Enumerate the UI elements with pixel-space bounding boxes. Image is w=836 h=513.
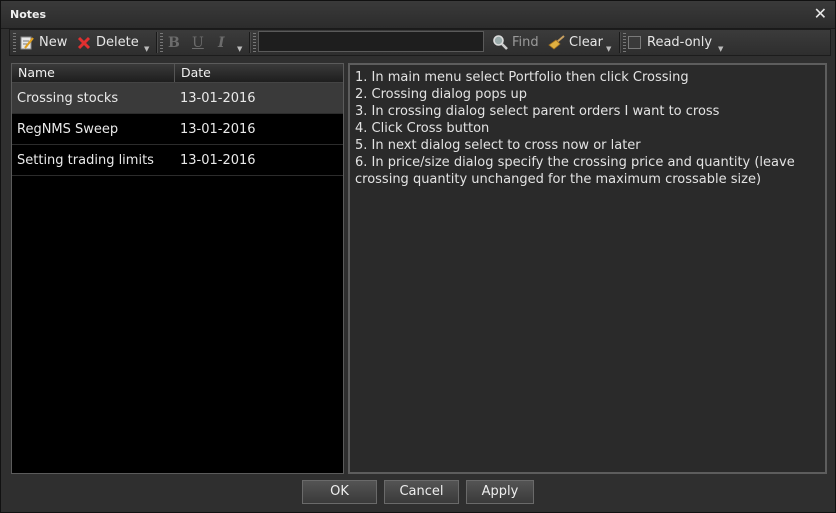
delete-dropdown-chevron-icon[interactable]: ▼ bbox=[144, 45, 149, 53]
column-header-name[interactable]: Name bbox=[12, 64, 175, 82]
toolbar-grip[interactable] bbox=[253, 33, 256, 52]
column-header-date[interactable]: Date bbox=[175, 64, 343, 82]
underline-button[interactable]: U bbox=[192, 30, 204, 55]
note-editor[interactable]: 1. In main menu select Portfolio then cl… bbox=[348, 63, 827, 474]
note-date: 13-01-2016 bbox=[180, 121, 256, 137]
apply-button[interactable]: Apply bbox=[466, 480, 534, 504]
new-button-label: New bbox=[39, 35, 68, 50]
notes-window: Notes ✕ New Delete ▼ B U I ▼ Find Clear … bbox=[0, 0, 836, 513]
note-date: 13-01-2016 bbox=[180, 90, 256, 106]
toolbar-grip[interactable] bbox=[623, 33, 626, 52]
italic-button[interactable]: I bbox=[218, 30, 225, 55]
delete-icon bbox=[77, 36, 91, 50]
toolbar-separator bbox=[156, 32, 157, 53]
find-button-label: Find bbox=[512, 35, 539, 50]
note-name: RegNMS Sweep bbox=[17, 121, 119, 137]
ok-button[interactable]: OK bbox=[302, 480, 377, 504]
note-line: 1. In main menu select Portfolio then cl… bbox=[355, 70, 689, 85]
note-row[interactable]: RegNMS Sweep 13-01-2016 bbox=[12, 114, 343, 145]
clear-button[interactable]: Clear bbox=[548, 30, 603, 55]
dialog-buttons: OK Cancel Apply bbox=[1, 480, 835, 504]
read-only-label: Read-only bbox=[647, 35, 713, 50]
find-button[interactable]: Find bbox=[492, 30, 539, 55]
note-line: 6. In price/size dialog specify the cros… bbox=[355, 155, 795, 187]
clear-button-label: Clear bbox=[569, 35, 603, 50]
note-line: 3. In crossing dialog select parent orde… bbox=[355, 104, 720, 119]
delete-button-label: Delete bbox=[96, 35, 139, 50]
new-note-icon bbox=[19, 35, 35, 51]
toolbar: New Delete ▼ B U I ▼ Find Clear ▼ Read-o… bbox=[9, 29, 831, 56]
clear-dropdown-chevron-icon[interactable]: ▼ bbox=[606, 45, 611, 53]
close-icon[interactable]: ✕ bbox=[814, 4, 827, 24]
window-title: Notes bbox=[10, 8, 47, 21]
format-dropdown-chevron-icon[interactable]: ▼ bbox=[237, 45, 242, 53]
toolbar-separator bbox=[619, 32, 620, 53]
note-row[interactable]: Crossing stocks 13-01-2016 bbox=[12, 83, 343, 114]
notes-list: Name Date Crossing stocks 13-01-2016 Reg… bbox=[11, 63, 344, 474]
search-input[interactable] bbox=[258, 31, 484, 52]
toolbar-separator bbox=[249, 32, 250, 53]
search-icon bbox=[492, 34, 509, 51]
note-name: Crossing stocks bbox=[17, 90, 119, 106]
list-header: Name Date bbox=[12, 64, 343, 83]
title-bar: Notes ✕ bbox=[1, 1, 835, 29]
cancel-button[interactable]: Cancel bbox=[384, 480, 459, 504]
note-row[interactable]: Setting trading limits 13-01-2016 bbox=[12, 145, 343, 176]
broom-icon bbox=[548, 35, 565, 50]
read-only-checkbox[interactable] bbox=[628, 36, 641, 49]
read-only-toggle[interactable]: Read-only bbox=[628, 30, 712, 55]
note-name: Setting trading limits bbox=[17, 152, 154, 168]
note-line: 5. In next dialog select to cross now or… bbox=[355, 138, 641, 153]
new-button[interactable]: New bbox=[19, 30, 67, 55]
toolbar-grip[interactable] bbox=[160, 33, 163, 52]
bold-button[interactable]: B bbox=[168, 30, 180, 55]
note-line: 2. Crossing dialog pops up bbox=[355, 87, 528, 102]
delete-button[interactable]: Delete bbox=[77, 30, 139, 55]
toolbar-grip[interactable] bbox=[13, 33, 16, 52]
readonly-dropdown-chevron-icon[interactable]: ▼ bbox=[718, 45, 723, 53]
note-date: 13-01-2016 bbox=[180, 152, 256, 168]
note-line: 4. Click Cross button bbox=[355, 121, 490, 136]
